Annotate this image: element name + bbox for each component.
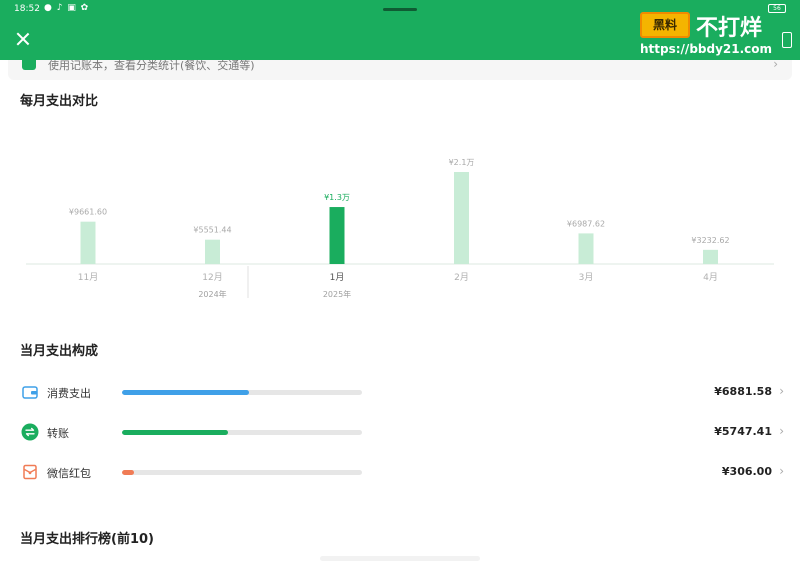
chart-data-label: ¥6987.62 bbox=[567, 219, 605, 228]
composition-bar-fill bbox=[122, 390, 250, 395]
chart-tick-label: 3月 bbox=[579, 272, 594, 283]
chart-bar[interactable] bbox=[329, 207, 345, 264]
watermark: 黑料 不打烊 https://bbdy21.com bbox=[640, 8, 792, 58]
composition-label: 消费支出 bbox=[47, 387, 91, 400]
composition-row-consumption[interactable]: 消费支出 ¥6881.58 › bbox=[0, 381, 800, 403]
tip-text: 使用记账本，查看分类统计(餐饮、交通等) bbox=[48, 60, 255, 72]
composition-title: 当月支出构成 bbox=[20, 344, 99, 359]
phone-icon bbox=[782, 32, 792, 48]
composition-amount: ¥6881.58 bbox=[714, 385, 772, 398]
composition-label: 微信红包 bbox=[47, 467, 91, 480]
ranking-title: 当月支出排行榜(前10) bbox=[20, 532, 154, 547]
chart-tick-label: 2月 bbox=[454, 272, 469, 283]
composition-bar-fill bbox=[122, 430, 228, 435]
monthly-compare-chart: ¥9661.60 11月 ¥5551.44 12月 ¥1.3万 1月 ¥2.1万 2月 ¥698… bbox=[26, 158, 774, 299]
chart-bar[interactable] bbox=[703, 249, 718, 264]
composition-label: 转账 bbox=[47, 427, 69, 440]
composition-row-transfer[interactable]: 转账 ¥5747.41 › bbox=[0, 421, 800, 443]
red-packet-icon bbox=[23, 464, 37, 480]
chart-data-label: ¥2.1万 bbox=[449, 158, 475, 167]
chart-bar[interactable] bbox=[80, 221, 96, 264]
composition-bar-track bbox=[122, 470, 362, 475]
chart-tick-label: 4月 bbox=[703, 272, 718, 283]
composition-amount: ¥306.00 bbox=[721, 465, 772, 478]
status-time: 18:52 bbox=[14, 4, 40, 14]
chart-data-label: ¥1.3万 bbox=[324, 193, 350, 202]
chart-tick-label: 11月 bbox=[78, 272, 98, 283]
chart-bar[interactable] bbox=[578, 233, 594, 264]
composition-amount: ¥5747.41 bbox=[714, 425, 772, 438]
watermark-url: https://bbdy21.com bbox=[640, 42, 773, 56]
chart-year-label: 2025年 bbox=[323, 289, 351, 299]
chart-data-label: ¥5551.44 bbox=[193, 226, 231, 235]
chart-tick-label: 1月 bbox=[330, 272, 345, 283]
composition-bar-fill bbox=[122, 470, 134, 475]
chart-year-label: 2024年 bbox=[198, 289, 226, 299]
composition-bar-track bbox=[122, 390, 362, 395]
chart-bar[interactable] bbox=[454, 172, 469, 264]
chart-tick-label: 12月 bbox=[202, 272, 222, 283]
chevron-right-icon: › bbox=[779, 464, 784, 478]
drag-handle[interactable] bbox=[383, 8, 417, 11]
close-icon[interactable] bbox=[14, 30, 32, 48]
notification-icons: ● ♪ ▣ ✿ bbox=[44, 3, 90, 13]
composition-bar-track bbox=[122, 430, 362, 435]
chevron-right-icon: › bbox=[779, 384, 784, 398]
chevron-right-icon: › bbox=[773, 60, 778, 71]
monthly-compare-title: 每月支出对比 bbox=[20, 94, 99, 109]
bookkeeping-tip[interactable]: 使用记账本，查看分类统计(餐饮、交通等) › bbox=[8, 60, 792, 80]
chart-data-label: ¥3232.62 bbox=[691, 236, 729, 245]
wallet-icon bbox=[22, 386, 38, 399]
composition-row-red-packet[interactable]: 微信红包 ¥306.00 › bbox=[0, 461, 800, 483]
app-header: 18:52 ● ♪ ▣ ✿ 56 黑料 不打烊 https://bbdy21.c… bbox=[0, 0, 800, 60]
chart-data-label: ¥9661.60 bbox=[69, 208, 107, 217]
watermark-logo: 黑料 bbox=[640, 12, 690, 38]
ledger-icon bbox=[22, 60, 36, 70]
chart-bar[interactable] bbox=[205, 239, 220, 264]
watermark-brand: 不打烊 bbox=[696, 16, 763, 41]
chevron-right-icon: › bbox=[779, 424, 784, 438]
transfer-icon bbox=[21, 423, 39, 441]
ranking-list-top bbox=[320, 556, 480, 561]
